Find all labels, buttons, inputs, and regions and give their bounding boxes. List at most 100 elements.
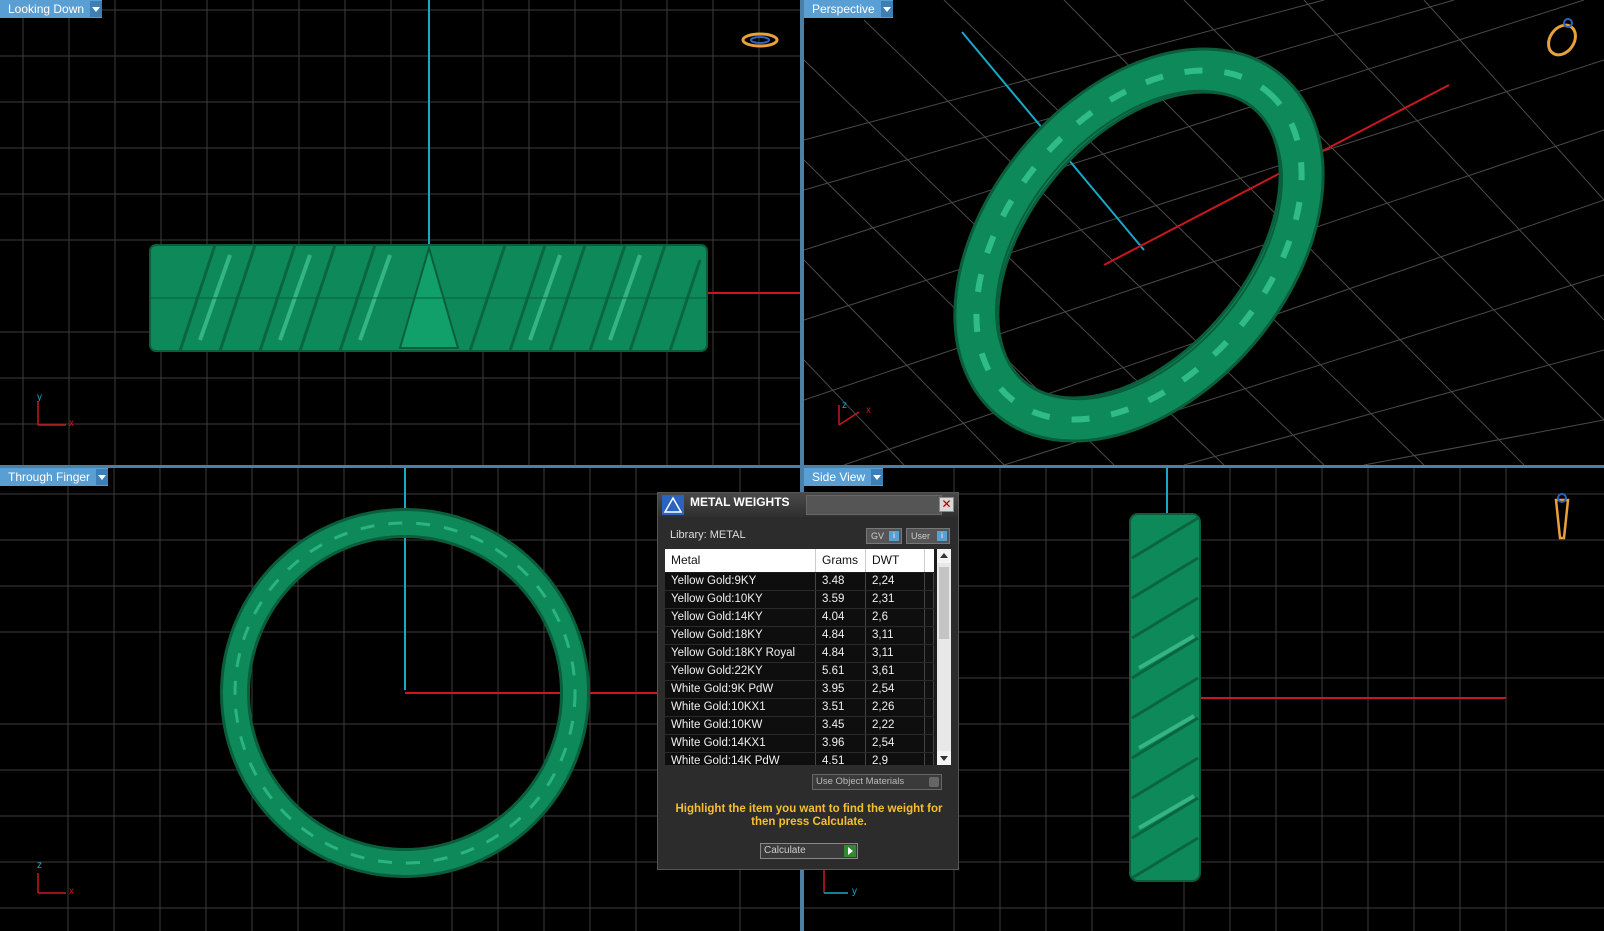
cell-metal: White Gold:14K PdW	[665, 753, 816, 765]
calculate-button[interactable]: Calculate	[760, 843, 858, 859]
scroll-thumb[interactable]	[939, 567, 949, 639]
close-icon[interactable]: ✕	[939, 497, 954, 512]
use-object-materials-label: Use Object Materials	[816, 776, 905, 787]
viewport-perspective[interactable]: z x Perspective	[804, 0, 1604, 465]
viewport-menu-perspective[interactable]: Perspective	[804, 0, 893, 18]
table-row[interactable]: White Gold:14K PdW 4.51 2,9	[665, 753, 934, 765]
table-header: Metal Grams DWT	[665, 549, 934, 572]
viewport-menu-looking-down[interactable]: Looking Down	[0, 0, 103, 18]
cell-spacer	[925, 753, 934, 765]
dialog-title-bar[interactable]: METAL WEIGHTS ✕	[658, 493, 958, 517]
table-row[interactable]: Yellow Gold:14KY 4.04 2,6	[665, 609, 934, 627]
cell-grams: 4.51	[816, 753, 866, 765]
scroll-up-icon[interactable]	[937, 549, 951, 563]
cell-spacer	[925, 573, 934, 590]
ring-navigator-icon	[1547, 18, 1577, 57]
cell-metal: Yellow Gold:22KY	[665, 663, 816, 680]
axis-label-z: z	[37, 860, 42, 871]
table-row[interactable]: White Gold:9K PdW 3.95 2,54	[665, 681, 934, 699]
cell-spacer	[925, 717, 934, 734]
cell-spacer	[925, 681, 934, 698]
user-toggle[interactable]: User i	[906, 528, 950, 544]
cell-grams: 3.59	[816, 591, 866, 608]
viewport-label: Perspective	[812, 2, 875, 16]
instruction-text: Highlight the item you want to find the …	[675, 803, 943, 828]
cell-dwt: 3,11	[866, 627, 925, 644]
viewport-looking-down[interactable]: y x Looking Down	[0, 0, 800, 465]
calculate-label: Calculate	[764, 845, 806, 856]
cell-spacer	[925, 645, 934, 662]
viewport-label: Side View	[812, 470, 866, 484]
info-icon: i	[937, 531, 947, 541]
cell-metal: White Gold:9K PdW	[665, 681, 816, 698]
cell-spacer	[925, 591, 934, 608]
axis-label-z: z	[842, 400, 847, 411]
cell-metal: Yellow Gold:18KY Royal	[665, 645, 816, 662]
table-row[interactable]: Yellow Gold:10KY 3.59 2,31	[665, 591, 934, 609]
scroll-down-icon[interactable]	[937, 751, 951, 765]
cell-metal: White Gold:14KX1	[665, 735, 816, 752]
user-label: User	[911, 531, 931, 541]
cell-grams: 4.84	[816, 627, 866, 644]
cell-metal: Yellow Gold:14KY	[665, 609, 816, 626]
cell-spacer	[925, 735, 934, 752]
chevron-down-icon[interactable]	[90, 1, 103, 17]
viewport-splitter-horizontal[interactable]	[0, 465, 1604, 468]
dialog-title: METAL WEIGHTS	[690, 495, 790, 509]
cell-metal: Yellow Gold:9KY	[665, 573, 816, 590]
table-row[interactable]: White Gold:10KW 3.45 2,22	[665, 717, 934, 735]
column-header-dwt[interactable]: DWT	[866, 549, 925, 572]
cell-grams: 3.48	[816, 573, 866, 590]
table-row[interactable]: White Gold:14KX1 3.96 2,54	[665, 735, 934, 753]
metal-weights-dialog: METAL WEIGHTS ✕ Library: METAL GV i User…	[657, 492, 959, 870]
cell-metal: White Gold:10KW	[665, 717, 816, 734]
checkbox-icon	[929, 777, 939, 787]
ring-band-top-view	[149, 244, 708, 352]
axis-label-x: x	[69, 886, 74, 897]
table-row[interactable]: White Gold:10KX1 3.51 2,26	[665, 699, 934, 717]
table-row[interactable]: Yellow Gold:18KY 4.84 3,11	[665, 627, 934, 645]
cell-grams: 3.51	[816, 699, 866, 716]
cell-spacer	[925, 627, 934, 644]
cell-dwt: 2,26	[866, 699, 925, 716]
table-row[interactable]: Yellow Gold:22KY 5.61 3,61	[665, 663, 934, 681]
play-arrow-icon	[844, 845, 856, 857]
ring-band-side-view	[1129, 513, 1201, 882]
ring-stand-icon	[1554, 493, 1570, 540]
cell-grams: 3.95	[816, 681, 866, 698]
ring-navigator-icon	[741, 32, 779, 48]
chevron-down-icon[interactable]	[880, 1, 893, 17]
ring-band-perspective	[953, 47, 1325, 443]
axis-label-x: x	[69, 418, 74, 429]
cell-dwt: 2,22	[866, 717, 925, 734]
cell-dwt: 2,24	[866, 573, 925, 590]
cell-grams: 4.04	[816, 609, 866, 626]
metal-table[interactable]: Metal Grams DWT Yellow Gold:9KY 3.48 2,24 …	[665, 549, 951, 765]
table-scrollbar[interactable]	[937, 549, 951, 765]
viewport-menu-through-finger[interactable]: Through Finger	[0, 468, 109, 486]
cell-dwt: 2,54	[866, 681, 925, 698]
cell-grams: 5.61	[816, 663, 866, 680]
viewport-canvas	[0, 0, 800, 465]
gv-label: GV	[871, 531, 885, 541]
column-header-grams[interactable]: Grams	[816, 549, 866, 572]
cell-grams: 4.84	[816, 645, 866, 662]
cell-dwt: 3,11	[866, 645, 925, 662]
axis-label-x: x	[866, 405, 871, 416]
gv-toggle[interactable]: GV i	[866, 528, 902, 544]
cell-dwt: 2,6	[866, 609, 925, 626]
chevron-down-icon[interactable]	[96, 469, 109, 485]
chevron-down-icon[interactable]	[871, 469, 884, 485]
table-row[interactable]: Yellow Gold:18KY Royal 4.84 3,11	[665, 645, 934, 663]
cell-metal: White Gold:10KX1	[665, 699, 816, 716]
cell-dwt: 2,31	[866, 591, 925, 608]
table-body: Yellow Gold:9KY 3.48 2,24 Yellow Gold:10KY…	[665, 573, 934, 765]
axis-label-y: y	[37, 392, 42, 403]
use-object-materials-checkbox[interactable]: Use Object Materials	[812, 774, 942, 790]
cell-spacer	[925, 699, 934, 716]
cell-dwt: 2,9	[866, 753, 925, 765]
column-header-metal[interactable]: Metal	[665, 549, 816, 572]
viewport-label: Through Finger	[8, 470, 91, 484]
table-row[interactable]: Yellow Gold:9KY 3.48 2,24	[665, 573, 934, 591]
viewport-menu-side-view[interactable]: Side View	[804, 468, 884, 486]
